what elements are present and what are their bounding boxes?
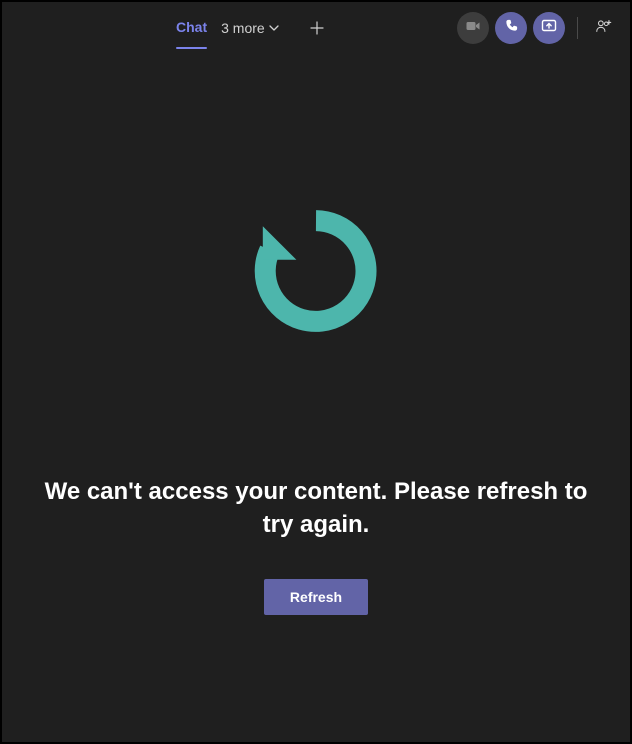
tab-group: Chat 3 more xyxy=(14,7,457,49)
add-people-icon xyxy=(595,17,613,40)
refresh-button[interactable]: Refresh xyxy=(264,579,368,615)
header-divider xyxy=(577,17,578,39)
chat-header: Chat 3 more xyxy=(2,2,630,54)
video-call-button[interactable] xyxy=(457,12,489,44)
share-screen-button[interactable] xyxy=(533,12,565,44)
add-people-button[interactable] xyxy=(590,14,618,42)
chevron-down-icon xyxy=(269,20,279,36)
header-actions xyxy=(457,12,618,44)
refresh-icon xyxy=(246,201,386,346)
more-tabs-label: 3 more xyxy=(221,20,265,36)
add-tab-button[interactable] xyxy=(301,12,333,44)
more-tabs-dropdown[interactable]: 3 more xyxy=(221,20,279,36)
audio-call-button[interactable] xyxy=(495,12,527,44)
video-icon xyxy=(465,18,481,39)
phone-icon xyxy=(504,18,519,38)
error-panel: We can't access your content. Please ref… xyxy=(2,54,630,742)
tab-chat[interactable]: Chat xyxy=(176,7,207,49)
error-message: We can't access your content. Please ref… xyxy=(36,476,596,541)
share-screen-icon xyxy=(541,18,557,39)
